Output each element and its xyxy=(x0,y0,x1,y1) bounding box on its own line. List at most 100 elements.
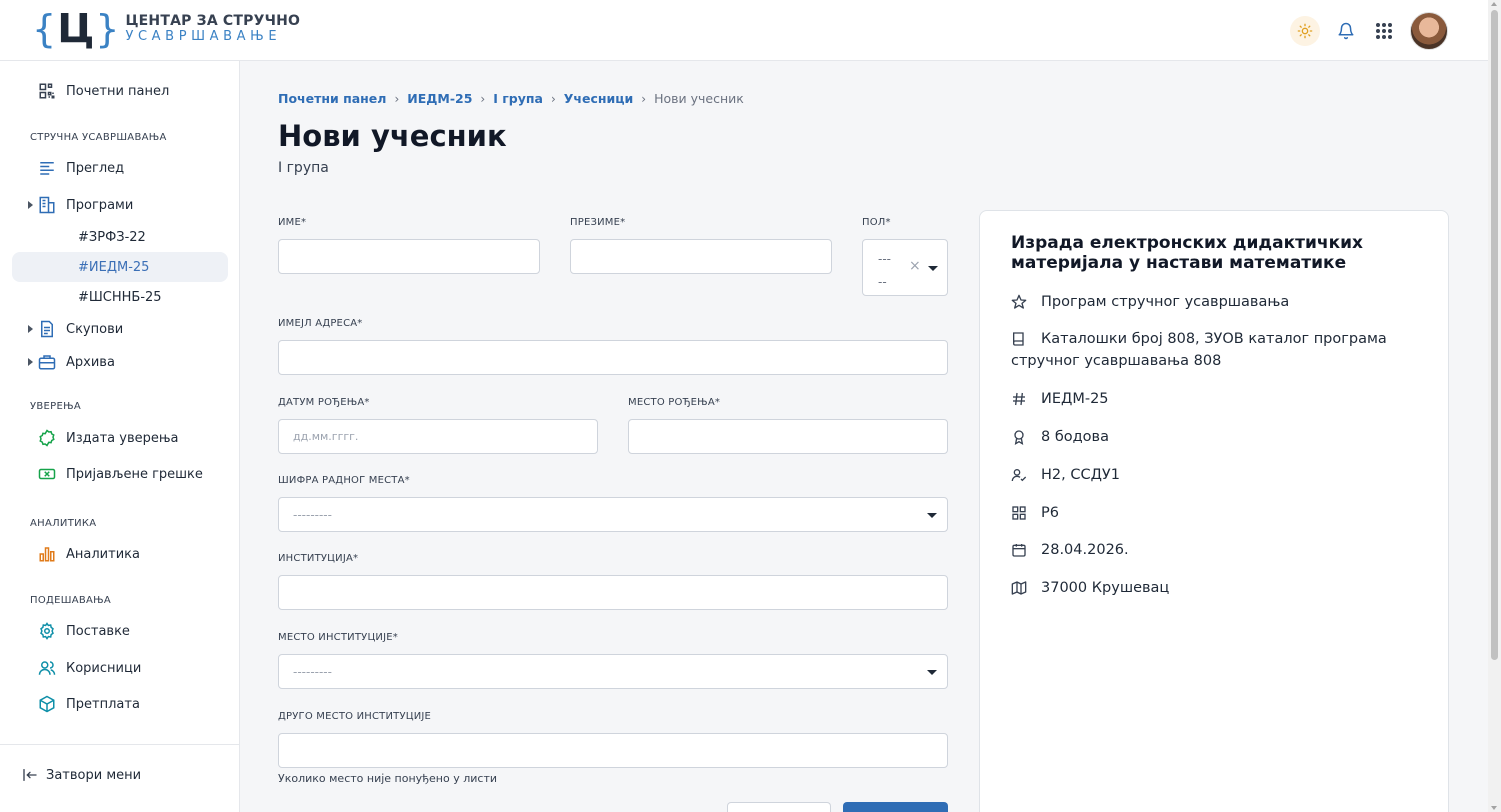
sidebar-item-users[interactable]: Корисници xyxy=(12,653,228,683)
section-title-certificates: УВЕРЕЊА xyxy=(30,401,82,412)
briefcase-icon xyxy=(38,355,56,370)
sidebar-item-issued-certificates[interactable]: Издата уверења xyxy=(12,423,228,453)
logo-letter: Ц xyxy=(57,6,95,52)
breadcrumb-link-dashboard[interactable]: Почетни панел xyxy=(278,91,386,106)
cube-icon xyxy=(39,695,55,713)
institution-place-label: МЕСТО ИНСТИТУЦИЈЕ* xyxy=(278,632,398,643)
sidebar-item-label: Поставке xyxy=(66,623,130,639)
avatar[interactable] xyxy=(1410,12,1448,50)
institution-place-value: --------- xyxy=(293,664,332,679)
email-input[interactable] xyxy=(278,340,948,375)
scroll-down-icon[interactable] xyxy=(1491,806,1497,810)
calendar-icon xyxy=(1012,544,1026,557)
document-icon xyxy=(41,320,53,338)
top-bar: { Ц } ЦЕНТАР ЗА СТРУЧНО УСАВРШАВАЊЕ xyxy=(0,0,1488,61)
logo-text: ЦЕНТАР ЗА СТРУЧНО УСАВРШАВАЊЕ xyxy=(125,14,300,45)
section-title-settings: ПОДЕШАВАЊА xyxy=(30,595,112,606)
sidebar-item-subscription[interactable]: Претплата xyxy=(12,689,228,719)
apps-grid-icon xyxy=(1376,23,1392,39)
birth-place-label: МЕСТО РОЂЕЊА* xyxy=(628,397,721,408)
cancel-button[interactable] xyxy=(727,802,831,812)
sidebar-item-label: Преглед xyxy=(66,160,125,176)
star-icon xyxy=(1011,294,1027,309)
sidebar-item-program-shsnnb[interactable]: #ШСННБ-25 xyxy=(12,282,228,312)
bell-icon xyxy=(1338,22,1354,40)
birth-place-input[interactable] xyxy=(628,419,948,454)
first-name-input[interactable] xyxy=(278,239,540,274)
sidebar-item-label: Аналитика xyxy=(66,546,140,562)
error-ticket-icon xyxy=(38,468,56,480)
other-place-label: ДРУГО МЕСТО ИНСТИТУЦИЈЕ xyxy=(278,711,432,722)
sun-icon xyxy=(1297,23,1313,39)
gear-icon xyxy=(40,622,54,640)
institution-place-select[interactable]: --------- xyxy=(278,654,948,689)
caret-right-icon xyxy=(28,325,33,333)
clear-icon[interactable]: × xyxy=(909,258,921,274)
info-row-points: 8 бодова xyxy=(1011,426,1431,448)
sidebar-item-programs[interactable]: Програми xyxy=(12,190,228,220)
close-menu-button[interactable]: Затвори мени xyxy=(22,767,141,783)
user-check-icon xyxy=(1011,469,1027,482)
sidebar-item-archive[interactable]: Архива xyxy=(12,347,228,377)
apps-button[interactable] xyxy=(1372,19,1396,43)
award-icon xyxy=(1014,430,1024,445)
chevron-right-icon: › xyxy=(641,91,647,106)
sidebar-item-label: Архива xyxy=(66,354,115,370)
page-title: Нови учесник xyxy=(278,119,507,153)
gender-select[interactable]: --- -- × xyxy=(862,239,948,296)
sidebar-item-reported-errors[interactable]: Пријављене грешке xyxy=(12,459,228,489)
sidebar-item-label: Корисници xyxy=(66,660,142,676)
other-place-input[interactable] xyxy=(278,733,948,768)
institution-input[interactable] xyxy=(278,575,948,610)
section-title-programs: СТРУЧНА УСАВРШАВАЊА xyxy=(30,132,167,143)
gender-label: ПОЛ* xyxy=(862,217,891,228)
users-icon xyxy=(38,661,56,675)
section-title-analytics: АНАЛИТИКА xyxy=(30,518,97,529)
breadcrumb-link-group[interactable]: I група xyxy=(493,91,543,106)
map-icon xyxy=(1011,581,1027,595)
theme-toggle-button[interactable] xyxy=(1290,16,1320,46)
job-code-value: --------- xyxy=(293,507,332,522)
logo-mark: { Ц } xyxy=(32,8,119,50)
sidebar-item-program-zrfz[interactable]: #ЗРФЗ-22 xyxy=(12,222,228,252)
scroll-up-icon[interactable] xyxy=(1491,2,1497,6)
logo-line2: УСАВРШАВАЊЕ xyxy=(125,29,282,44)
program-title: Израда електронских дидактичких материја… xyxy=(1011,233,1364,273)
caret-right-icon xyxy=(28,201,33,209)
program-info-card: Израда електронских дидактичких материја… xyxy=(979,210,1449,812)
sidebar: Почетни панел СТРУЧНА УСАВРШАВАЊА Прегле… xyxy=(0,61,240,812)
info-row-type: Програм стручног усавршавања xyxy=(1011,291,1431,313)
grid-icon xyxy=(1012,506,1026,520)
birth-date-input[interactable]: дд.мм.гггг. xyxy=(278,419,598,454)
caret-right-icon xyxy=(28,358,33,366)
page-subtitle: I група xyxy=(278,160,329,176)
sidebar-item-dashboard[interactable]: Почетни панел xyxy=(12,76,228,106)
info-row-competencies: Н2, ССДУ1 xyxy=(1011,464,1431,486)
programs-icon xyxy=(39,196,55,214)
sidebar-item-analytics[interactable]: Аналитика xyxy=(12,539,228,569)
scrollbar-thumb[interactable] xyxy=(1491,10,1498,660)
breadcrumb-link-participants[interactable]: Учесници xyxy=(564,91,634,106)
sidebar-item-gatherings[interactable]: Скупови xyxy=(12,314,228,344)
sidebar-item-label: Издата уверења xyxy=(66,430,179,446)
breadcrumb: Почетни панел › ИЕДМ-25 › I група › Учес… xyxy=(278,91,744,106)
chevron-down-icon xyxy=(927,513,937,518)
breadcrumb-current: Нови учесник xyxy=(654,91,744,106)
notifications-button[interactable] xyxy=(1334,19,1358,43)
logo-brace-right: } xyxy=(95,7,120,51)
close-menu-label: Затвори мени xyxy=(46,767,142,783)
dashboard-icon xyxy=(39,83,55,99)
page-scrollbar[interactable] xyxy=(1488,0,1501,812)
chevron-right-icon: › xyxy=(394,91,400,106)
save-button[interactable] xyxy=(843,802,948,812)
info-row-code: ИЕДМ-25 xyxy=(1011,388,1431,410)
last-name-input[interactable] xyxy=(570,239,832,274)
sidebar-item-overview[interactable]: Преглед xyxy=(12,153,228,183)
breadcrumb-link-program[interactable]: ИЕДМ-25 xyxy=(407,91,472,106)
job-code-select[interactable]: --------- xyxy=(278,497,948,532)
chevron-down-icon xyxy=(928,266,938,271)
sidebar-item-label: Пријављене грешке xyxy=(66,466,203,482)
logo[interactable]: { Ц } ЦЕНТАР ЗА СТРУЧНО УСАВРШАВАЊЕ xyxy=(32,8,300,50)
sidebar-item-settings[interactable]: Поставке xyxy=(12,616,228,646)
sidebar-item-program-iedm[interactable]: #ИЕДМ-25 xyxy=(12,252,228,282)
